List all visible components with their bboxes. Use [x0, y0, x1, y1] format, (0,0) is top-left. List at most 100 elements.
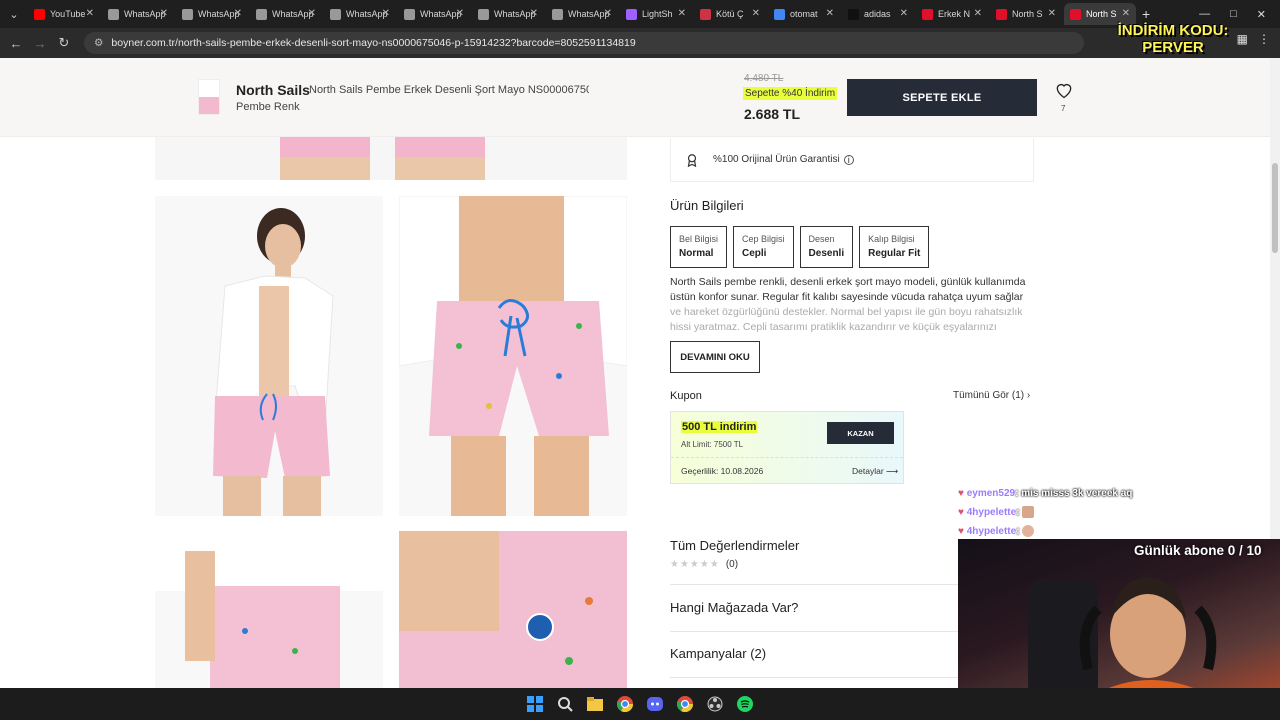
file-explorer-icon[interactable]: [586, 695, 604, 713]
browser-tab[interactable]: WhatsApp ✕: [398, 3, 470, 25]
browser-tab[interactable]: WhatsApp ✕: [176, 3, 248, 25]
close-tab-icon[interactable]: ✕: [382, 8, 390, 19]
product-image-top[interactable]: [155, 137, 627, 180]
product-name: North Sails Pembe Erkek Desenli Şort May…: [309, 84, 589, 96]
close-tab-icon[interactable]: ✕: [900, 8, 908, 19]
product-color: Pembe Renk: [236, 101, 300, 113]
chevron-right-icon: ›: [1026, 390, 1031, 401]
chrome-profile-icon[interactable]: [676, 695, 694, 713]
chip-fit: Kalıp Bilgisi Regular Fit: [859, 226, 930, 269]
browser-tab[interactable]: WhatsApp ✕: [546, 3, 618, 25]
stream-chat: ♥ eymen529: mis misss 3k vereek aq ♥ 4hy…: [958, 484, 1132, 541]
close-tab-icon[interactable]: ✕: [678, 8, 686, 19]
close-tab-icon[interactable]: ✕: [826, 8, 834, 19]
product-image-4[interactable]: [399, 531, 627, 688]
tab-favicon-icon: [774, 8, 785, 20]
close-tab-icon[interactable]: ✕: [234, 8, 242, 19]
obs-icon[interactable]: [706, 695, 724, 713]
browser-tab[interactable]: North S ✕: [990, 3, 1062, 25]
see-all-coupons-link[interactable]: Tümünü Gör (1) ›: [953, 390, 1030, 401]
back-icon[interactable]: ←: [4, 36, 28, 51]
tab-favicon-icon: [626, 8, 637, 20]
tab-favicon-icon: [552, 8, 563, 20]
close-tab-icon[interactable]: ✕: [604, 8, 612, 19]
arrow-right-icon: ⟶: [886, 466, 899, 476]
info-icon[interactable]: i: [843, 154, 854, 165]
tab-favicon-icon: [1070, 8, 1081, 20]
search-icon[interactable]: [556, 695, 574, 713]
divider: [670, 584, 960, 585]
browser-tab-bar: ⌄ YouTube ✕ WhatsApp ✕ WhatsApp ✕ WhatsApp ✕ Wha…: [0, 0, 1280, 28]
site-info-icon[interactable]: ⚙: [94, 37, 103, 49]
extensions: ▦ ⋮: [1237, 32, 1270, 46]
forward-icon[interactable]: →: [28, 36, 52, 51]
spotify-icon[interactable]: [736, 695, 754, 713]
chrome-icon[interactable]: [616, 695, 634, 713]
coupon-card: 500 TL indirim Alt Limit: 7500 TL KAZAN …: [670, 411, 904, 484]
browser-tab[interactable]: LightSh ✕: [620, 3, 692, 25]
reviews-title[interactable]: Tüm Değerlendirmeler: [670, 538, 970, 553]
close-window-icon[interactable]: ✕: [1257, 8, 1266, 21]
chat-user: 4hypelette: [966, 507, 1017, 518]
close-tab-icon[interactable]: ✕: [456, 8, 464, 19]
emote-icon: [1022, 506, 1035, 519]
product-image-1[interactable]: [155, 196, 383, 516]
browser-tab[interactable]: WhatsApp ✕: [472, 3, 544, 25]
browser-tab[interactable]: Erkek N ✕: [916, 3, 988, 25]
promo-badge: Sepette %40 İndirim: [743, 87, 838, 100]
tab-favicon-icon: [34, 8, 45, 20]
browser-tab[interactable]: Kötü Ç ✕: [694, 3, 766, 25]
tab-favicon-icon: [848, 8, 859, 20]
campaigns-accordion[interactable]: Kampanyalar (2): [670, 646, 970, 661]
add-to-cart-button[interactable]: SEPETE EKLE: [847, 79, 1037, 116]
close-tab-icon[interactable]: ✕: [974, 8, 982, 19]
chat-line: ♥ eymen529: mis misss 3k vereek aq: [958, 484, 1132, 503]
tab-search-icon[interactable]: ⌄: [0, 0, 28, 28]
coupon-divider: [671, 457, 903, 458]
tab-favicon-icon: [996, 8, 1007, 20]
heart-badge-icon: ♥: [958, 526, 964, 537]
product-image-3[interactable]: [155, 531, 383, 688]
maximize-icon[interactable]: □: [1230, 8, 1237, 20]
browser-tab[interactable]: adidas ✕: [842, 3, 914, 25]
brand-name[interactable]: North Sails: [236, 82, 310, 98]
tab-label: North S: [1086, 9, 1117, 19]
browser-tab[interactable]: WhatsApp ✕: [250, 3, 322, 25]
tab-favicon-icon: [700, 8, 711, 20]
product-info-title: Ürün Bilgileri: [670, 198, 744, 213]
close-tab-icon[interactable]: ✕: [1122, 8, 1130, 19]
close-tab-icon[interactable]: ✕: [752, 8, 760, 19]
close-tab-icon[interactable]: ✕: [1048, 8, 1056, 19]
start-icon[interactable]: [526, 695, 544, 713]
url-field[interactable]: ⚙ boyner.com.tr/north-sails-pembe-erkek-…: [84, 32, 1084, 54]
store-availability-accordion[interactable]: Hangi Mağazada Var?: [670, 600, 970, 615]
coupon-details-link[interactable]: Detaylar ⟶: [852, 466, 898, 477]
tab-favicon-icon: [478, 8, 489, 20]
description-visible: North Sails pembe renkli, desenli erkek …: [670, 276, 1026, 303]
browser-tab[interactable]: WhatsApp ✕: [102, 3, 174, 25]
tab-label: YouTube: [50, 9, 86, 19]
close-tab-icon[interactable]: ✕: [308, 8, 316, 19]
claim-coupon-button[interactable]: KAZAN: [827, 422, 894, 444]
browser-tab[interactable]: YouTube ✕: [28, 3, 100, 25]
menu-icon[interactable]: ⋮: [1258, 32, 1270, 46]
close-tab-icon[interactable]: ✕: [160, 8, 168, 19]
read-more-button[interactable]: DEVAMINI OKU: [670, 341, 760, 373]
close-tab-icon[interactable]: ✕: [86, 8, 94, 19]
coupon-title: Kupon: [670, 390, 702, 402]
product-image-2[interactable]: [399, 196, 627, 516]
browser-tab[interactable]: WhatsApp ✕: [324, 3, 396, 25]
reload-icon[interactable]: ↻: [52, 35, 76, 51]
close-tab-icon[interactable]: ✕: [530, 8, 538, 19]
discord-icon[interactable]: [646, 695, 664, 713]
chat-message: : mis misss 3k vereek aq: [1015, 488, 1133, 499]
browser-tab[interactable]: otomat ✕: [768, 3, 840, 25]
heart-icon[interactable]: [1054, 80, 1074, 100]
new-tab-button[interactable]: +: [1142, 6, 1150, 22]
see-all-label: Tümünü Gör (1): [953, 390, 1025, 401]
divider: [670, 677, 960, 678]
scrollbar-thumb[interactable]: [1272, 163, 1278, 253]
minimize-icon[interactable]: —: [1199, 8, 1210, 20]
product-description: North Sails pembe renkli, desenli erkek …: [670, 275, 1035, 335]
extension-icon[interactable]: ▦: [1237, 32, 1248, 46]
